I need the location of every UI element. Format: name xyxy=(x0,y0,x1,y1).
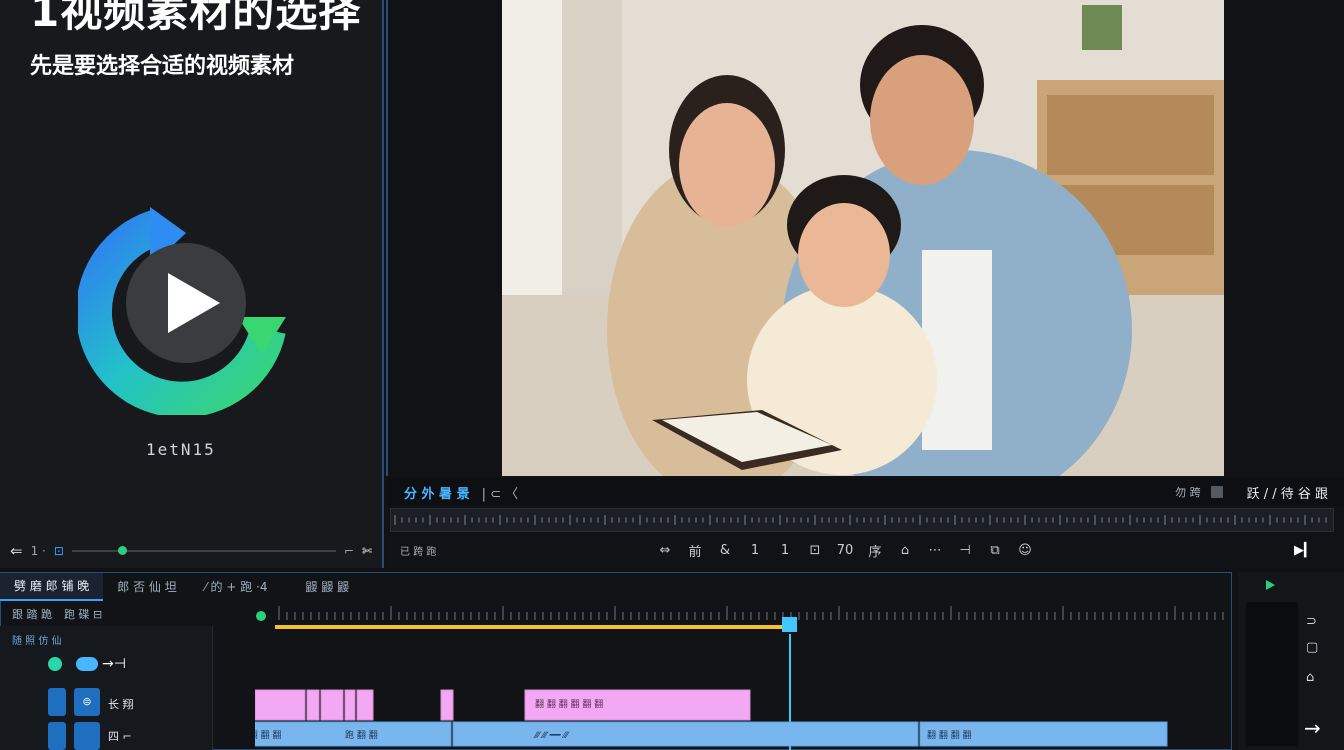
play-refresh-icon xyxy=(78,207,286,415)
viewer-tool-9[interactable]: ⋯ xyxy=(920,543,950,558)
video-clip-label: 翻 翻 翻 翻 翻 翻 xyxy=(535,699,603,710)
viewer-tool-12[interactable]: ☺ xyxy=(1010,543,1040,558)
expand-icon[interactable]: ⌐ xyxy=(344,544,354,558)
subhead: 先是要选择合适的视频素材 xyxy=(30,54,295,79)
video-clip-0 xyxy=(255,689,306,721)
track-row-label-1: 四 ⌐ xyxy=(108,730,132,743)
timeline-tracks[interactable]: 翻 翻 翻 翻 翻 翻翻 翻 翻 翻 翻 跑 翻 翻 ⁄⁄⁄ ⁄⁄⁄ ━━ ⁄⁄⁄ 翻… xyxy=(255,604,1230,750)
viewer-timeline-ruler[interactable] xyxy=(390,508,1334,532)
playhead-handle xyxy=(782,617,797,632)
timeline-progress xyxy=(275,625,790,629)
viewer-tool-2[interactable]: & xyxy=(710,543,740,558)
video-preview-frame[interactable] xyxy=(502,0,1224,476)
back-arrow-icon[interactable]: ⇐ xyxy=(10,542,23,560)
app-logo-text: 1etN15 xyxy=(146,440,216,459)
video-clip-5 xyxy=(440,689,454,721)
viewer-tool-11[interactable]: ⧉ xyxy=(980,543,1010,558)
link-icon[interactable]: ⌂ xyxy=(1306,670,1314,685)
play-icon[interactable] xyxy=(1266,580,1275,590)
audio-clip-label-1: 跑 翻 翻 xyxy=(345,729,378,741)
viewer-tool-6[interactable]: 70 xyxy=(830,543,860,558)
video-clip-3 xyxy=(344,689,356,721)
preview-scrubber[interactable] xyxy=(71,546,336,555)
video-clip-4 xyxy=(356,689,374,721)
arrow-right-icon[interactable]: →⊣ xyxy=(102,656,126,672)
audio-clip-label-3: 翻 翻 翻 翻 xyxy=(927,730,972,741)
viewer-sep: | ⊂ 〈 xyxy=(481,486,519,502)
fullscreen-icon[interactable]: ▶▎ xyxy=(1294,543,1314,558)
viewer-tool-4[interactable]: 1 xyxy=(770,543,800,558)
loop-icon[interactable]: ⊃ xyxy=(1306,614,1317,629)
track-eye-button[interactable]: ⊜ xyxy=(74,688,100,716)
toggle-icon[interactable] xyxy=(76,657,98,671)
viewer-tool-8[interactable]: ⌂ xyxy=(890,543,920,558)
viewer-tool-5[interactable]: ⊡ xyxy=(800,543,830,558)
viewer-mode-label[interactable]: 跃 / / 待 谷 跟 xyxy=(1247,483,1328,502)
viewer-square-icon[interactable] xyxy=(1210,486,1223,498)
tab-0[interactable]: 劈 磨 郎 铺 晚 xyxy=(0,573,104,601)
video-clip-2 xyxy=(320,689,344,721)
tab-1[interactable]: 郎 否 仙 坦 xyxy=(103,574,190,600)
box-icon[interactable]: ▢ xyxy=(1306,640,1318,655)
cut-icon[interactable]: ✄ xyxy=(362,544,372,558)
headline: 1视频素材的选择 xyxy=(30,0,362,36)
time-readout: 1 · xyxy=(30,544,46,558)
timeline-sub-label-0[interactable]: 跟 踏 跪 xyxy=(12,606,52,622)
timeline-sub-label-1[interactable]: 跑 碟 ⊟ xyxy=(64,606,102,622)
viewer-tool-1[interactable]: 前 xyxy=(680,541,710,560)
viewer-tool-7[interactable]: 序 xyxy=(860,541,890,560)
track-name: 分 外 暑 景 xyxy=(404,486,470,502)
ruler-ticks xyxy=(394,515,1327,525)
side-toolbar: ⊃ ▢ ⌂ → xyxy=(1238,572,1344,750)
timeline-tabs: 劈 磨 郎 铺 晚 郎 否 仙 坦 ⁄ 的 + 跑 ·4 鼹 鼹 鼹 xyxy=(0,573,1232,601)
scrubber-handle[interactable] xyxy=(117,546,127,555)
audio-clip-label-2: ⁄⁄⁄ ⁄⁄⁄ ━━ ⁄⁄⁄ xyxy=(533,731,570,741)
track-eye-button-2[interactable] xyxy=(74,722,100,750)
viewer-right-label: 勿 跨 xyxy=(1175,486,1201,499)
track-row-label-0: 长 翔 xyxy=(108,698,134,711)
viewer-tool-10[interactable]: ⊣ xyxy=(950,543,980,558)
side-preview xyxy=(1246,602,1298,746)
timeline-start-marker xyxy=(256,611,266,621)
timecode: 已 跨 跑 xyxy=(400,546,437,558)
video-clip-1 xyxy=(306,689,320,721)
viewer-divider xyxy=(386,0,388,476)
track-lock-button[interactable] xyxy=(48,688,66,716)
tool-group: ⇔ 前 & 1 1 ⊡ 70 序 ⌂ ⋯ ⊣ ⧉ ☺ xyxy=(650,541,1040,560)
record-dot-icon[interactable] xyxy=(48,657,62,671)
tab-3[interactable]: 鼹 鼹 鼹 xyxy=(292,574,364,600)
audio-clip-label-0: 翻 翻 翻 翻 翻 xyxy=(255,730,281,741)
preview-controls: ⇐ 1 · ⊡ ⌐ ✄ xyxy=(10,538,372,564)
viewer-tool-3[interactable]: 1 xyxy=(740,543,770,558)
track-header-title: 随 照 仿 仙 xyxy=(12,636,62,647)
viewer-tool-0[interactable]: ⇔ xyxy=(650,543,680,558)
viewer-toolbar: 已 跨 跑 ⇔ 前 & 1 1 ⊡ 70 序 ⌂ ⋯ ⊣ ⧉ ☺ ▶▎ xyxy=(388,534,1344,566)
frame-button[interactable]: ⊡ xyxy=(54,544,64,558)
track-header-panel: 随 照 仿 仙 →⊣ ⊜ 长 翔 四 ⌐ xyxy=(0,626,213,750)
track-controls[interactable]: →⊣ xyxy=(48,656,126,672)
tab-2[interactable]: ⁄ 的 + 跑 ·4 xyxy=(191,574,282,600)
audio-clip-1 xyxy=(452,721,919,747)
track-lock-button-2[interactable] xyxy=(48,722,66,750)
viewer-header: 分 外 暑 景 | ⊂ 〈 勿 跨 跃 / / 待 谷 跟 xyxy=(388,478,1344,506)
next-arrow-icon[interactable]: → xyxy=(1304,716,1321,740)
